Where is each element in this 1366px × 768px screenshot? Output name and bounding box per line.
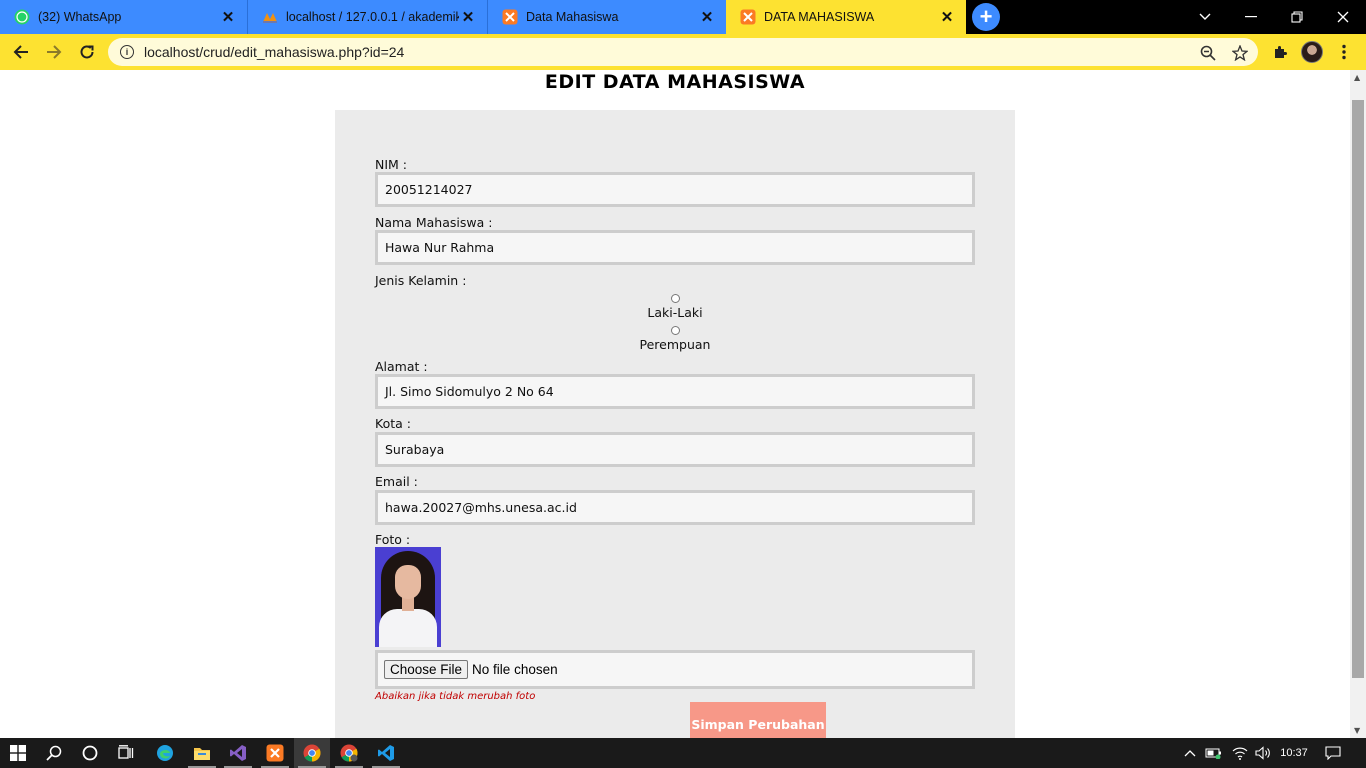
file-explorer-icon[interactable] [184,738,220,768]
forward-arrow-icon[interactable] [40,38,68,66]
tab-title: localhost / 127.0.0.1 / akademik / [286,10,459,24]
page-title: EDIT DATA MAHASISWA [544,71,806,93]
show-hidden-icons-icon[interactable] [1180,738,1200,768]
tab-title: Data Mahasiswa [526,10,619,24]
whatsapp-icon [14,9,30,25]
close-icon[interactable]: ✕ [219,8,237,26]
windows-start-icon[interactable] [0,738,36,768]
scrollbar-thumb[interactable] [1352,100,1364,678]
close-window-icon[interactable] [1320,0,1366,34]
edit-form: NIM : 20051214027 Nama Mahasiswa : Hawa … [335,110,1015,738]
close-icon[interactable]: ✕ [698,8,716,26]
tab-title: (32) WhatsApp [38,10,122,24]
task-view-icon[interactable] [108,738,144,768]
xampp-icon [740,9,756,25]
nama-label: Nama Mahasiswa : [375,215,493,230]
foto-hint: Abaikan jika tidak merubah foto [375,691,536,702]
xampp-icon[interactable] [257,738,293,768]
kota-input[interactable]: Surabaya [375,432,975,467]
search-icon[interactable] [36,738,72,768]
xampp-icon [502,9,518,25]
notifications-icon[interactable] [1320,738,1346,768]
jenis-kelamin-label: Jenis Kelamin : [375,273,467,288]
wifi-icon[interactable] [1229,738,1251,768]
cortana-icon[interactable] [72,738,108,768]
nama-input[interactable]: Hawa Nur Rahma [375,230,975,265]
edge-icon[interactable] [147,738,183,768]
chrome-profile-icon[interactable] [331,738,367,768]
radio-laki-laki[interactable] [670,294,680,303]
page-viewport: EDIT DATA MAHASISWA NIM : 20051214027 Na… [0,70,1350,738]
new-tab-button[interactable]: + [972,3,1000,31]
tab-data-mahasiswa[interactable]: Data Mahasiswa ✕ [487,0,726,34]
reload-icon[interactable] [73,38,101,66]
battery-icon[interactable] [1203,738,1225,768]
tab-search-icon[interactable] [1182,0,1228,34]
radio-laki-laki-label[interactable]: Laki-Laki [335,305,1015,320]
file-status-text: No file chosen [472,662,558,677]
kota-label: Kota : [375,416,411,431]
bookmark-star-icon[interactable] [1231,44,1249,62]
nim-input[interactable]: 20051214027 [375,172,975,207]
menu-dots-icon[interactable] [1330,38,1358,66]
windows-taskbar: 10:37 [0,738,1366,768]
address-bar[interactable]: i localhost/crud/edit_mahasiswa.php?id=2… [108,38,1258,66]
foto-file-input[interactable]: Choose File No file chosen [375,650,975,689]
minimize-icon[interactable] [1228,0,1274,34]
save-changes-button[interactable]: Simpan Perubahan [690,702,826,738]
site-info-icon[interactable]: i [120,45,134,59]
back-arrow-icon[interactable] [7,38,35,66]
phpmyadmin-icon [262,9,278,25]
tab-whatsapp[interactable]: (32) WhatsApp ✕ [0,0,247,34]
tab-data-mahasiswa-active[interactable]: DATA MAHASISWA ✕ [726,0,966,34]
clock[interactable]: 10:37 [1276,738,1312,768]
close-icon[interactable]: ✕ [459,8,477,26]
foto-label: Foto : [375,532,411,547]
choose-file-button[interactable]: Choose File [384,660,469,679]
alamat-input[interactable]: Jl. Simo Sidomulyo 2 No 64 [375,374,975,409]
profile-avatar[interactable] [1298,38,1326,66]
volume-icon[interactable] [1252,738,1274,768]
email-input[interactable]: hawa.20027@mhs.unesa.ac.id [375,490,975,525]
vscode-icon[interactable] [368,738,404,768]
email-label: Email : [375,474,418,489]
close-icon[interactable]: ✕ [938,8,956,26]
chrome-icon[interactable] [294,738,330,768]
restore-icon[interactable] [1274,0,1320,34]
scroll-up-icon[interactable]: ▲ [1354,73,1360,82]
student-photo [375,547,441,647]
alamat-label: Alamat : [375,359,428,374]
tab-strip: (32) WhatsApp ✕ localhost / 127.0.0.1 / … [0,0,1366,34]
extensions-icon[interactable] [1266,38,1294,66]
tab-title: DATA MAHASISWA [764,10,875,24]
browser-toolbar: i localhost/crud/edit_mahasiswa.php?id=2… [0,34,1366,70]
nim-label: NIM : [375,157,408,172]
radio-perempuan[interactable] [670,326,680,335]
url-text: localhost/crud/edit_mahasiswa.php?id=24 [144,44,405,60]
tab-phpmyadmin[interactable]: localhost / 127.0.0.1 / akademik / ✕ [247,0,487,34]
radio-perempuan-label[interactable]: Perempuan [335,337,1015,352]
page-scrollbar[interactable]: ▲ ▼ [1350,70,1366,738]
scroll-down-icon[interactable]: ▼ [1354,726,1360,735]
zoom-icon[interactable] [1199,44,1217,62]
visual-studio-icon[interactable] [220,738,256,768]
